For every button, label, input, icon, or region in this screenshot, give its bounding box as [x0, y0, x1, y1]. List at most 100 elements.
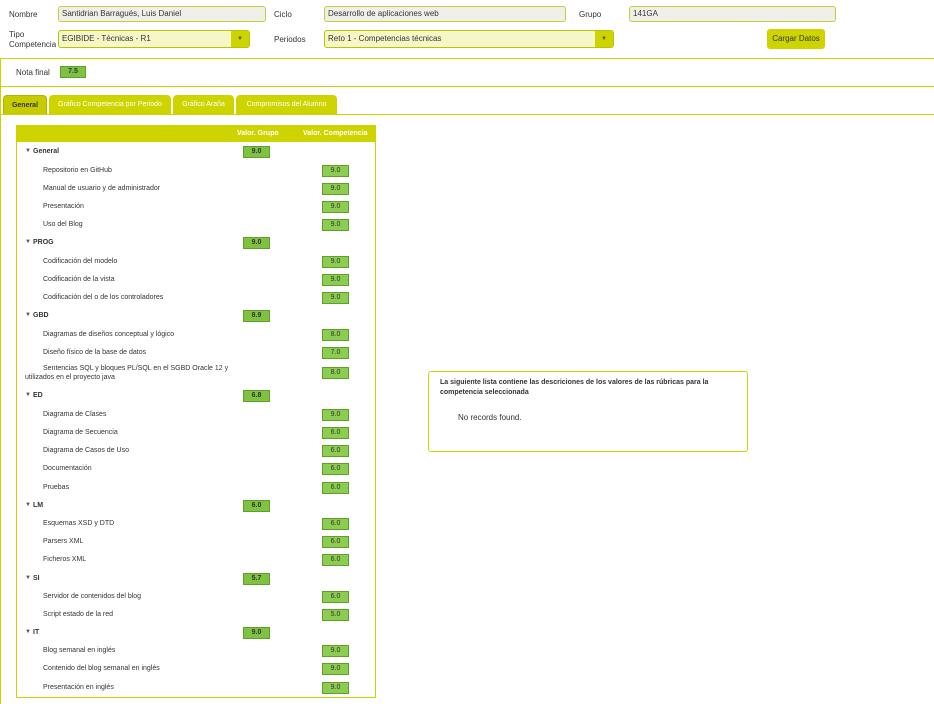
grupo-field[interactable]: 141GA — [629, 6, 836, 22]
expand-triangle-icon[interactable]: ▼ — [25, 392, 31, 398]
tree-group-row[interactable]: ▼ IT 9.0 — [17, 624, 375, 642]
expand-triangle-icon[interactable]: ▼ — [25, 312, 31, 318]
group-name: ED — [33, 392, 43, 399]
expand-triangle-icon[interactable]: ▼ — [25, 575, 31, 581]
tree-item-row[interactable]: Diagrama de Casos de Uso 6.0 — [17, 442, 375, 460]
group-value: 9.0 — [243, 627, 270, 639]
tipo-competencia-label: Tipo Competencia — [9, 30, 57, 49]
tree-item-row[interactable]: Diagrama de Secuencia 6.0 — [17, 424, 375, 442]
cargar-datos-button[interactable]: Cargar Datos — [767, 29, 825, 49]
group-value: 6.8 — [243, 390, 270, 402]
tree-item-row[interactable]: Presentación 9.0 — [17, 198, 375, 216]
nota-divider — [0, 86, 934, 87]
competencias-tree: Valor. Grupo Valor. Competencia ▼ Genera… — [16, 125, 376, 698]
chevron-down-icon[interactable]: ▼ — [231, 31, 249, 47]
expand-triangle-icon[interactable]: ▼ — [25, 239, 31, 245]
tree-item-row[interactable]: Codificación del modelo 9.0 — [17, 253, 375, 271]
item-value: 6.0 — [322, 427, 349, 439]
tree-item-row[interactable]: Servidor de contenidos del blog 6.0 — [17, 588, 375, 606]
tab-general[interactable]: General — [3, 95, 47, 114]
group-value: 8.9 — [243, 310, 270, 322]
expand-triangle-icon[interactable]: ▼ — [25, 502, 31, 508]
periodos-label: Periodos — [274, 35, 306, 44]
tree-item-row[interactable]: Ficheros XML 6.0 — [17, 551, 375, 569]
group-name: GBD — [33, 312, 49, 319]
expand-triangle-icon[interactable]: ▼ — [25, 148, 31, 154]
tipo-competencia-select[interactable]: EGIBIDE - Técnicas - R1 ▼ — [58, 30, 250, 48]
tree-item-row[interactable]: Sentencias SQL y bloques PL/SQL en el SG… — [17, 364, 375, 386]
item-name: Manual de usuario y de administrador — [43, 185, 161, 192]
tree-item-row[interactable]: Repositorio en GitHub 9.0 — [17, 162, 375, 180]
item-value: 5.0 — [322, 609, 349, 621]
item-name: Codificación de la vista — [43, 276, 115, 283]
nombre-field[interactable]: Santidrian Barragués, Luis Daniel — [58, 6, 266, 22]
item-name: Contenido del blog semanal en inglés — [43, 665, 160, 672]
tab-compromisos[interactable]: Compromisos del Alumno — [236, 95, 337, 114]
rubric-descriptions-panel: La siguiente lista contiene las descrici… — [428, 371, 748, 452]
item-name: Sentencias SQL y bloques PL/SQL en el SG… — [25, 365, 229, 381]
item-value: 8.0 — [322, 367, 349, 379]
item-name: Parsers XML — [43, 538, 84, 545]
item-name: Diagramas de diseños conceptual y lógico — [43, 331, 175, 338]
group-name: General — [33, 148, 60, 155]
item-name: Diagrama de Clases — [43, 411, 107, 418]
tab-grafico-arana[interactable]: Gráfico Araña — [173, 95, 234, 114]
tree-item-row[interactable]: Codificación del o de los controladores … — [17, 289, 375, 307]
item-name: Servidor de contenidos del blog — [43, 593, 142, 600]
item-name: Blog semanal en inglés — [43, 647, 116, 654]
item-name: Presentación en inglés — [43, 684, 114, 691]
item-value: 9.0 — [322, 409, 349, 421]
periodos-value: Reto 1 - Competencias técnicas — [328, 34, 442, 43]
item-name: Codificación del o de los controladores — [43, 294, 164, 301]
chevron-down-icon[interactable]: ▼ — [595, 31, 613, 47]
expand-triangle-icon[interactable]: ▼ — [25, 629, 31, 635]
item-value: 6.0 — [322, 536, 349, 548]
tree-group-row[interactable]: ▼ LM 6.0 — [17, 497, 375, 515]
group-value: 9.0 — [243, 237, 270, 249]
item-value: 6.0 — [322, 554, 349, 566]
tabbar-line — [0, 114, 934, 115]
tree-item-row[interactable]: Pruebas 6.0 — [17, 479, 375, 497]
tree-item-row[interactable]: Contenido del blog semanal en inglés 9.0 — [17, 660, 375, 678]
item-name: Diagrama de Casos de Uso — [43, 447, 129, 454]
group-value: 5.7 — [243, 573, 270, 585]
tree-group-row[interactable]: ▼ General 9.0 — [17, 143, 375, 161]
tree-item-row[interactable]: Uso del Blog 9.0 — [17, 216, 375, 234]
ciclo-field[interactable]: Desarrollo de aplicaciones web — [324, 6, 566, 22]
tipo-competencia-value: EGIBIDE - Técnicas - R1 — [62, 34, 151, 43]
item-value: 9.0 — [322, 663, 349, 675]
tree-item-row[interactable]: Presentación en inglés 9.0 — [17, 679, 375, 697]
tree-item-row[interactable]: Esquemas XSD y DTD 6.0 — [17, 515, 375, 533]
tree-item-row[interactable]: Diagrama de Clases 9.0 — [17, 406, 375, 424]
item-value: 9.0 — [322, 256, 349, 268]
tree-item-row[interactable]: Documentación 6.0 — [17, 460, 375, 478]
tree-item-row[interactable]: Script estado de la red 5.0 — [17, 606, 375, 624]
tab-grafico-competencia[interactable]: Gráfico Competencia por Periodo — [49, 95, 171, 114]
item-name: Esquemas XSD y DTD — [43, 520, 115, 527]
group-name: PROG — [33, 239, 54, 246]
item-value: 9.0 — [322, 219, 349, 231]
tree-group-row[interactable]: ▼ PROG 9.0 — [17, 234, 375, 252]
tree-item-row[interactable]: Blog semanal en inglés 9.0 — [17, 642, 375, 660]
item-name: Presentación — [43, 203, 84, 210]
tree-item-row[interactable]: Codificación de la vista 9.0 — [17, 271, 375, 289]
nombre-label: Nombre — [9, 10, 38, 19]
item-value: 6.0 — [322, 518, 349, 530]
col-valor-grupo: Valor. Grupo — [237, 130, 279, 137]
item-value: 9.0 — [322, 645, 349, 657]
item-value: 6.0 — [322, 482, 349, 494]
grupo-label: Grupo — [579, 10, 602, 19]
tree-group-row[interactable]: ▼ GBD 8.9 — [17, 307, 375, 325]
tree-item-row[interactable]: Diagramas de diseños conceptual y lógico… — [17, 326, 375, 344]
tree-item-row[interactable]: Manual de usuario y de administrador 9.0 — [17, 180, 375, 198]
tree-group-row[interactable]: ▼ SI 5.7 — [17, 570, 375, 588]
tree-item-row[interactable]: Parsers XML 6.0 — [17, 533, 375, 551]
tree-item-row[interactable]: Diseño físico de la base de datos 7.0 — [17, 344, 375, 362]
item-value: 6.0 — [322, 445, 349, 457]
item-value: 7.0 — [322, 347, 349, 359]
item-value: 6.0 — [322, 591, 349, 603]
tree-group-row[interactable]: ▼ ED 6.8 — [17, 387, 375, 405]
item-value: 9.0 — [322, 274, 349, 286]
item-name: Diseño físico de la base de datos — [43, 349, 147, 356]
periodos-select[interactable]: Reto 1 - Competencias técnicas ▼ — [324, 30, 614, 48]
